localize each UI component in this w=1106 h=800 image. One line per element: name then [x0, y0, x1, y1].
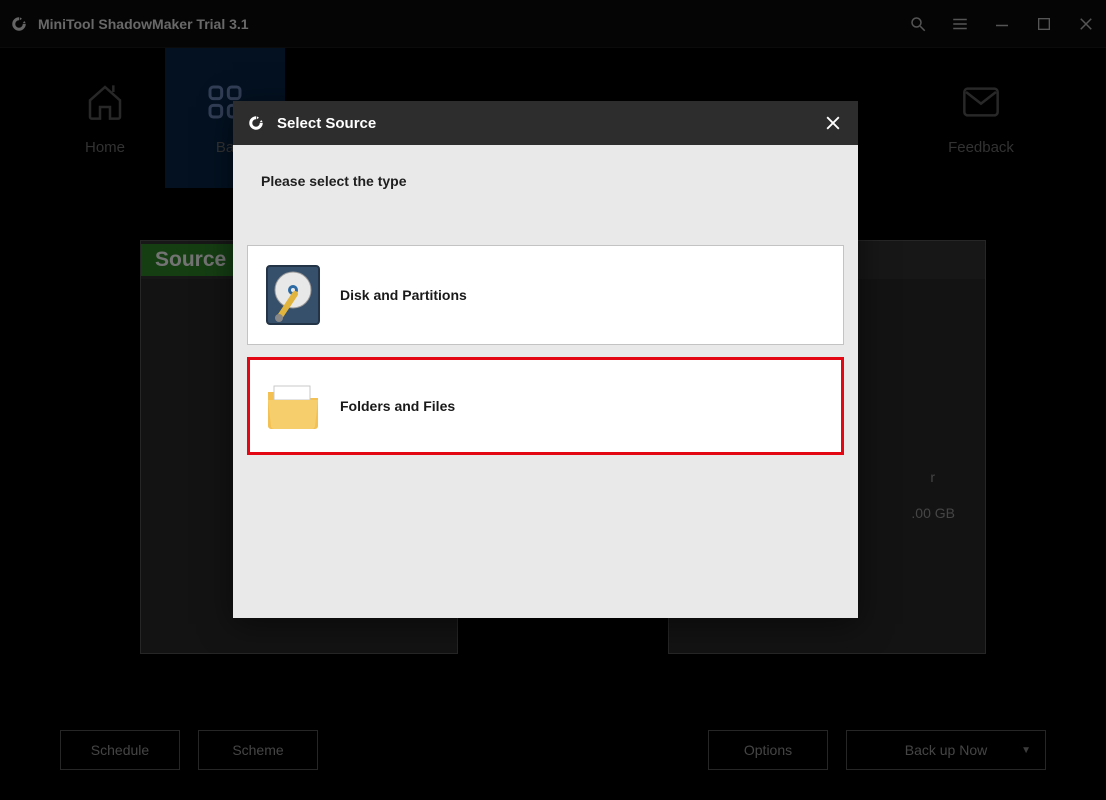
option-disk-partitions[interactable]: Disk and Partitions	[247, 245, 844, 345]
dialog-logo-icon	[245, 112, 267, 134]
dialog-title: Select Source	[277, 115, 376, 132]
option-folders-label: Folders and Files	[340, 398, 455, 414]
dialog-titlebar: Select Source	[233, 101, 858, 145]
option-folders-files[interactable]: Folders and Files	[247, 357, 844, 455]
dialog-prompt: Please select the type	[261, 173, 844, 189]
harddisk-icon	[264, 265, 322, 325]
select-source-dialog: Select Source Please select the type Dis…	[233, 101, 858, 618]
dialog-close-button[interactable]	[820, 110, 846, 136]
folder-icon	[264, 376, 322, 436]
option-disk-label: Disk and Partitions	[340, 287, 467, 303]
